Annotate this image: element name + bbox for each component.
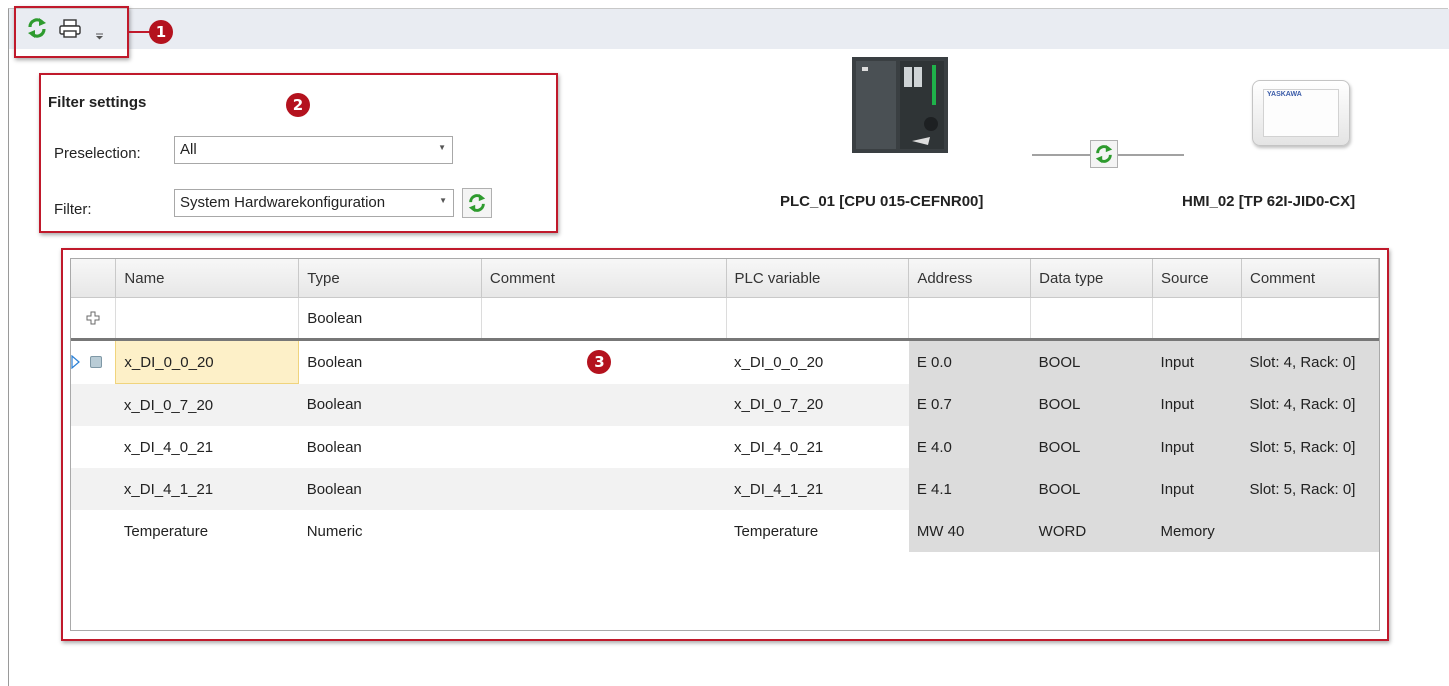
filter-select[interactable]: System Hardwarekonfiguration ▼ xyxy=(174,189,454,217)
refresh-icon xyxy=(468,193,486,213)
cell-type[interactable]: Boolean xyxy=(298,468,482,510)
cell-name[interactable]: Temperature xyxy=(115,510,299,552)
cell-type[interactable]: Boolean xyxy=(298,383,482,426)
dropdown-arrow-icon: ▼ xyxy=(439,196,447,205)
table-row[interactable]: x_DI_0_7_20 Boolean x_DI_0_7_20 E 0.7 BO… xyxy=(71,383,1379,426)
filter-label: Filter: xyxy=(54,201,92,218)
cell-comment[interactable]: 3 xyxy=(481,339,727,384)
row-indicator-cell[interactable] xyxy=(71,510,116,552)
cell-address: E 0.7 xyxy=(908,383,1031,426)
cell-address: MW 40 xyxy=(908,510,1031,552)
add-row-icon[interactable] xyxy=(86,311,100,325)
cell-comment[interactable] xyxy=(481,383,727,426)
plc-device-image[interactable] xyxy=(852,57,948,153)
filter-refresh-button[interactable] xyxy=(462,188,492,218)
new-row-address-cell[interactable] xyxy=(908,297,1032,341)
cell-plc-variable[interactable]: Temperature xyxy=(726,510,909,552)
cell-source: Input xyxy=(1152,339,1242,384)
cell-data-type: BOOL xyxy=(1030,383,1153,426)
cell-name[interactable]: x_DI_4_1_21 xyxy=(115,468,299,510)
cell-name[interactable]: x_DI_0_0_20 xyxy=(115,339,300,384)
cell-type[interactable]: Numeric xyxy=(298,510,482,552)
new-row-type-cell[interactable]: Boolean xyxy=(298,297,482,341)
filter-value: System Hardwarekonfiguration xyxy=(180,194,386,211)
cell-comment[interactable] xyxy=(481,468,727,510)
table-row[interactable]: x_DI_4_1_21 Boolean x_DI_4_1_21 E 4.1 BO… xyxy=(71,468,1379,510)
annotation-badge-1: 1 xyxy=(149,20,173,44)
new-row-name-cell[interactable] xyxy=(115,297,300,341)
add-row-cell[interactable] xyxy=(71,297,117,341)
cell-address: E 4.0 xyxy=(908,426,1031,468)
column-header-comment-2[interactable]: Comment xyxy=(1241,259,1380,298)
preselection-select[interactable]: All ▼ xyxy=(174,136,453,164)
cell-plc-variable[interactable]: x_DI_4_0_21 xyxy=(726,426,909,468)
preselection-label: Preselection: xyxy=(54,145,141,162)
hmi-brand-logo: YASKAWA xyxy=(1267,91,1302,98)
plc-device-name: PLC_01 [CPU 015-CEFNR00] xyxy=(780,193,984,210)
column-header-plc-variable[interactable]: PLC variable xyxy=(726,259,910,298)
cell-type[interactable]: Boolean xyxy=(298,339,482,384)
annotation-badge-3: 3 xyxy=(587,350,612,375)
variables-table: Name Type Comment PLC variable Address D… xyxy=(71,259,1380,552)
column-header-type[interactable]: Type xyxy=(298,259,482,298)
cell-name[interactable]: x_DI_4_0_21 xyxy=(115,426,299,468)
row-indicator-cell[interactable] xyxy=(71,426,116,468)
table-row[interactable]: x_DI_0_0_20 Boolean 3 x_DI_0_0_20 E 0.0 … xyxy=(71,339,1379,384)
column-header-address[interactable]: Address xyxy=(908,259,1032,298)
annotation-connector xyxy=(127,31,151,33)
dropdown-arrow-icon: ▼ xyxy=(438,143,446,152)
cell-data-type: BOOL xyxy=(1030,468,1153,510)
refresh-icon xyxy=(1095,144,1113,164)
cell-source: Input xyxy=(1152,468,1242,510)
new-row-plc-variable-cell[interactable] xyxy=(726,297,910,341)
row-header-corner xyxy=(71,259,117,298)
cell-comment-2: Slot: 5, Rack: 0] xyxy=(1241,426,1379,468)
hmi-device-name: HMI_02 [TP 62I-JID0-CX] xyxy=(1182,193,1356,210)
new-row-comment-2-cell[interactable] xyxy=(1241,297,1380,341)
cell-type[interactable]: Boolean xyxy=(298,426,482,468)
new-row-source-cell[interactable] xyxy=(1152,297,1242,341)
cell-plc-variable[interactable]: x_DI_0_7_20 xyxy=(726,383,909,426)
cell-plc-variable[interactable]: x_DI_4_1_21 xyxy=(726,468,909,510)
current-row-arrow-icon xyxy=(71,355,80,369)
header-row: Name Type Comment PLC variable Address D… xyxy=(71,259,1380,298)
column-header-source[interactable]: Source xyxy=(1152,259,1242,298)
cell-source: Memory xyxy=(1152,510,1242,552)
toolbar xyxy=(9,9,1449,49)
new-row-data-type-cell[interactable] xyxy=(1030,297,1154,341)
row-indicator-cell[interactable] xyxy=(71,383,116,426)
cell-data-type: WORD xyxy=(1030,510,1153,552)
cell-comment-2 xyxy=(1241,510,1379,552)
hmi-device-image[interactable]: YASKAWA xyxy=(1252,80,1350,146)
filter-settings-title: Filter settings xyxy=(48,94,147,111)
variables-grid: Name Type Comment PLC variable Address D… xyxy=(70,258,1380,631)
cell-comment-2: Slot: 4, Rack: 0] xyxy=(1241,339,1379,384)
cell-address: E 4.1 xyxy=(908,468,1031,510)
cell-data-type: BOOL xyxy=(1030,339,1153,384)
cell-plc-variable[interactable]: x_DI_0_0_20 xyxy=(726,339,909,384)
row-status-icon xyxy=(90,356,102,368)
annotation-badge-2: 2 xyxy=(286,93,310,117)
cell-source: Input xyxy=(1152,383,1242,426)
annotation-box-toolbar xyxy=(14,6,129,58)
connection-refresh-button[interactable] xyxy=(1090,140,1118,168)
new-row-comment-cell[interactable] xyxy=(481,297,727,341)
cell-comment[interactable] xyxy=(481,426,727,468)
table-row[interactable]: Temperature Numeric Temperature MW 40 WO… xyxy=(71,510,1379,552)
cell-comment[interactable] xyxy=(481,510,727,552)
cell-name[interactable]: x_DI_0_7_20 xyxy=(115,383,299,426)
cell-data-type: BOOL xyxy=(1030,426,1153,468)
column-header-data-type[interactable]: Data type xyxy=(1030,259,1154,298)
cell-comment-2: Slot: 5, Rack: 0] xyxy=(1241,468,1379,510)
table-row[interactable]: x_DI_4_0_21 Boolean x_DI_4_0_21 E 4.0 BO… xyxy=(71,426,1379,468)
row-indicator-cell[interactable] xyxy=(71,468,116,510)
row-indicator-cell[interactable] xyxy=(71,339,116,384)
column-header-name[interactable]: Name xyxy=(115,259,300,298)
new-row[interactable]: Boolean xyxy=(71,297,1380,341)
cell-comment-2: Slot: 4, Rack: 0] xyxy=(1241,383,1379,426)
column-header-comment[interactable]: Comment xyxy=(481,259,727,298)
cell-address: E 0.0 xyxy=(908,339,1031,384)
preselection-value: All xyxy=(180,141,197,158)
cell-source: Input xyxy=(1152,426,1242,468)
